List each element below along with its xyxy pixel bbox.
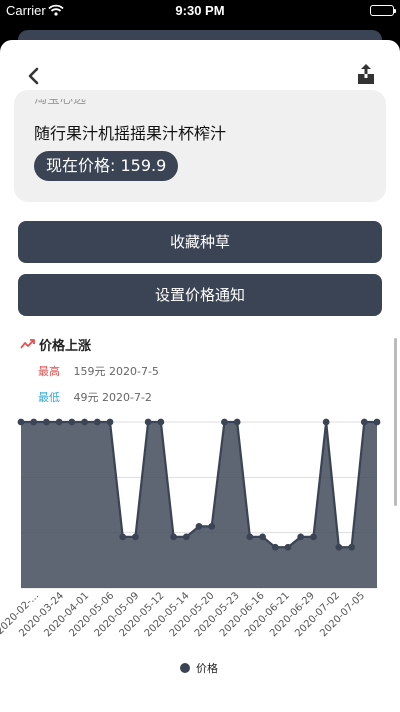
product-source: 淘宝心选 [34, 92, 87, 107]
highest-value: 159元 2020-7-5 [73, 365, 159, 378]
highest-price-row: 最高 159元 2020-7-5 [38, 363, 159, 379]
data-point [284, 543, 292, 551]
legend-swatch [180, 663, 190, 673]
data-point [297, 533, 305, 541]
current-price-badge: 现在价格: 159.9 [34, 151, 179, 181]
trend-up-icon [20, 338, 36, 354]
data-point [43, 418, 50, 426]
data-point [348, 543, 355, 551]
data-point [157, 418, 165, 426]
status-bar: Carrier 9:30 PM [0, 0, 400, 22]
price-alert-button[interactable]: 设置价格通知 [18, 274, 382, 316]
data-point [208, 523, 216, 530]
chart-legend: 价格 [180, 660, 218, 676]
data-point [335, 543, 343, 551]
data-point [55, 418, 63, 426]
data-point [17, 418, 25, 426]
data-point [30, 418, 38, 426]
data-point [259, 533, 266, 541]
product-card: 淘宝心选 随行果汁机摇摇果汁杯榨汁 现在价格: 159.9 [14, 90, 386, 202]
data-point [246, 533, 254, 541]
status-time: 9:30 PM [175, 3, 225, 18]
chevron-left-icon[interactable] [22, 64, 46, 88]
data-point [271, 543, 279, 551]
data-point [144, 418, 152, 426]
data-point [68, 418, 76, 426]
data-point [221, 418, 228, 426]
detail-sheet: 淘宝心选 随行果汁机摇摇果汁杯榨汁 现在价格: 159.9 收藏种草 设置价格通… [0, 40, 400, 712]
chart-title: 价格上涨 [39, 339, 92, 354]
data-point [119, 533, 127, 541]
legend-label: 价格 [196, 662, 218, 675]
data-point [182, 533, 190, 541]
data-point [310, 533, 317, 541]
collect-button[interactable]: 收藏种草 [18, 221, 382, 263]
data-point [170, 533, 177, 541]
data-point [132, 533, 139, 541]
data-point [373, 418, 381, 426]
data-point [195, 523, 203, 530]
share-icon[interactable] [354, 62, 378, 88]
data-point [360, 418, 368, 426]
data-point [81, 418, 88, 426]
data-point [93, 418, 101, 426]
data-point [106, 418, 114, 426]
battery-icon [370, 5, 396, 16]
data-point [322, 418, 330, 426]
highest-label: 最高 [38, 365, 60, 378]
data-point [233, 418, 241, 426]
product-name: 随行果汁机摇摇果汁杯榨汁 [34, 124, 227, 143]
